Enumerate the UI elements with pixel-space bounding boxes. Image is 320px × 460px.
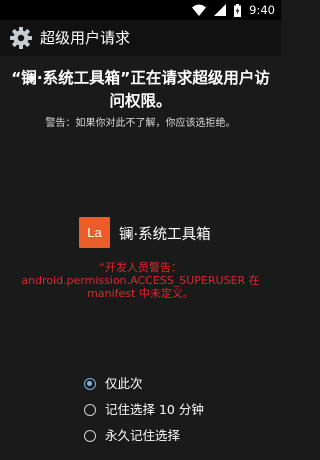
request-warning: 警告：如果你对此不了解，你应该选拒绝。 [45, 118, 236, 129]
option-once[interactable]: 仅此次 [84, 376, 244, 396]
package-name: 镧·系统工具箱 [119, 227, 211, 243]
status-bar: 9:40 [0, 0, 281, 20]
option-label: 仅此次 [105, 376, 143, 391]
signal-icon [214, 4, 227, 16]
option-label: 永久记住选择 [105, 428, 181, 443]
option-remember-10-minutes[interactable]: 记住选择 10 分钟 [84, 402, 244, 422]
battery-charging-icon [234, 3, 242, 17]
radio-button-checked[interactable] [84, 378, 96, 390]
status-time: 9:40 [249, 3, 275, 17]
wifi-icon [192, 4, 207, 16]
gear-icon [10, 27, 32, 49]
radio-button[interactable] [84, 404, 96, 416]
app-title: 超级用户请求 [40, 29, 131, 47]
radio-button[interactable] [84, 430, 96, 442]
status-icons: 9:40 [192, 2, 275, 18]
request-headline: “镧·系统工具箱”正在请求超级用户访问权限。 [11, 69, 270, 110]
action-bar: 超级用户请求 [0, 20, 281, 56]
package-icon: La [79, 217, 110, 248]
option-label: 记住选择 10 分钟 [105, 402, 204, 417]
option-remember-forever[interactable]: 永久记住选择 [84, 428, 244, 448]
developer-warning: “开发人员警告：android.permission.ACCESS_SUPERU… [21, 261, 260, 300]
